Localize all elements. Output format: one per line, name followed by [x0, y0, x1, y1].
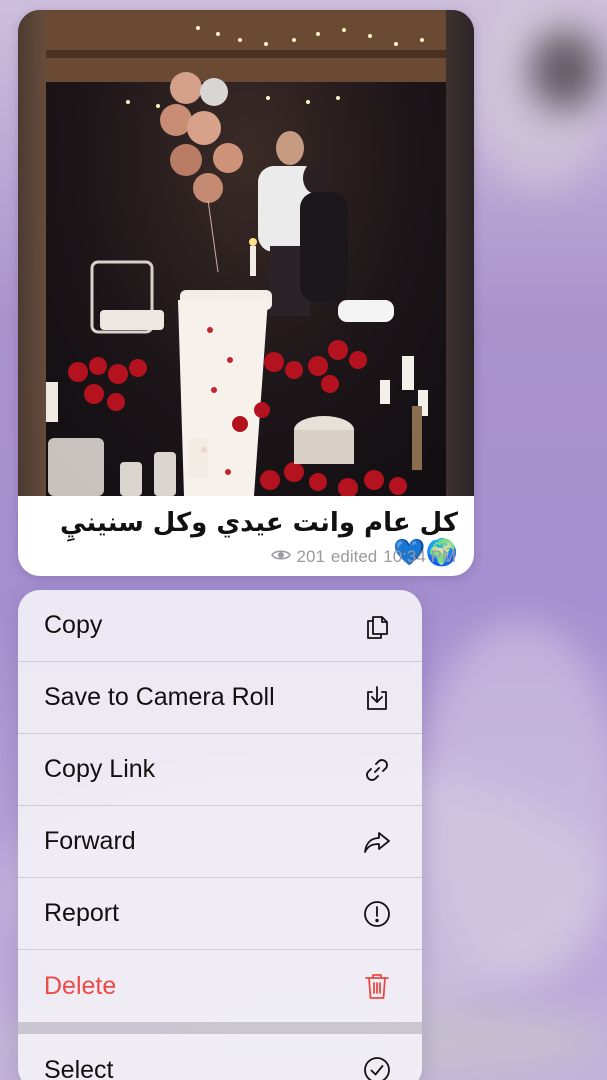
- menu-item-label: Save to Camera Roll: [44, 683, 275, 711]
- view-count: 201: [296, 547, 325, 566]
- message-photo[interactable]: [18, 10, 474, 496]
- views-eye-icon: [270, 547, 291, 567]
- checkmark-circle-icon: [360, 1053, 394, 1080]
- copy-icon: [360, 609, 394, 643]
- message-bubble[interactable]: كل عام وانت عيدي وكل سنينيِ🌍💙 201 edited…: [18, 10, 474, 576]
- menu-item-select[interactable]: Select: [18, 1034, 422, 1080]
- report-exclamation-icon: [360, 897, 394, 931]
- save-download-icon: [360, 681, 394, 715]
- menu-item-forward[interactable]: Forward: [18, 806, 422, 878]
- trash-icon: [360, 969, 394, 1003]
- menu-item-report[interactable]: Report: [18, 878, 422, 950]
- photo-illustration: [46, 10, 446, 496]
- message-meta: 201 edited 10:34 PM: [270, 547, 456, 567]
- context-menu: Copy Save to Camera Roll Copy Link Forwa…: [18, 590, 422, 1080]
- backdrop-avatar-blur: [530, 30, 600, 110]
- menu-item-save-to-camera-roll[interactable]: Save to Camera Roll: [18, 662, 422, 734]
- link-icon: [360, 753, 394, 787]
- menu-item-label: Copy: [44, 611, 103, 639]
- menu-item-label: Copy Link: [44, 755, 156, 783]
- menu-separator: [18, 1022, 422, 1034]
- menu-item-label: Report: [44, 899, 120, 927]
- edited-label: edited: [330, 547, 378, 566]
- message-time: 10:34 PM: [383, 547, 456, 566]
- menu-item-copy-link[interactable]: Copy Link: [18, 734, 422, 806]
- menu-item-delete[interactable]: Delete: [18, 950, 422, 1022]
- forward-arrow-icon: [360, 825, 394, 859]
- menu-item-label: Delete: [44, 971, 117, 1000]
- menu-item-copy[interactable]: Copy: [18, 590, 422, 662]
- menu-item-label: Forward: [44, 827, 136, 855]
- menu-item-label: Select: [44, 1055, 114, 1080]
